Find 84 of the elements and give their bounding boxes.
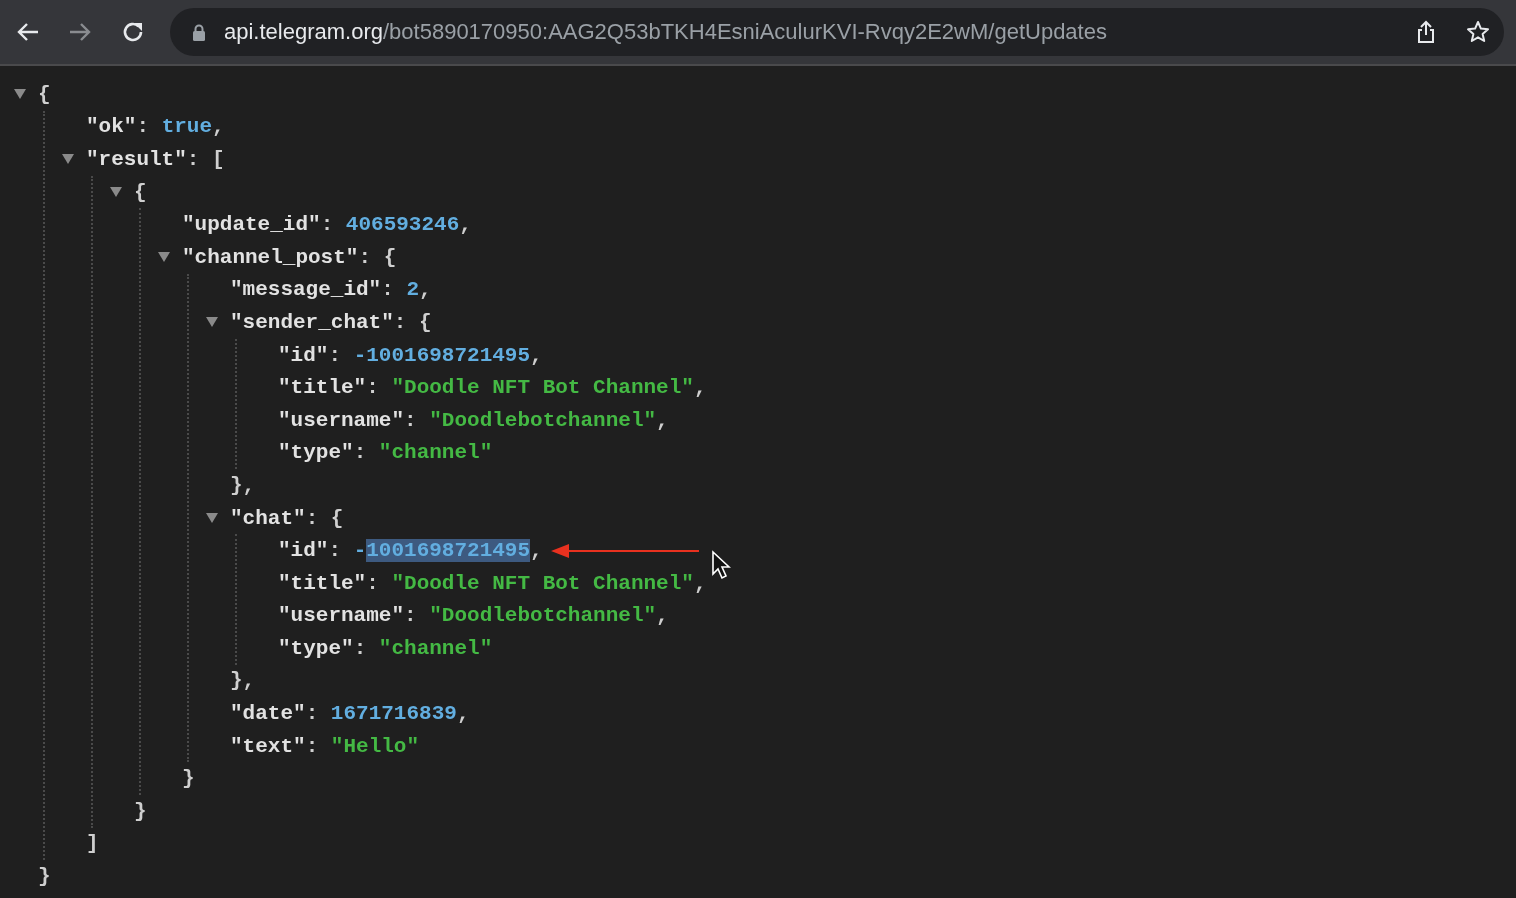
json-value: "Hello": [330, 734, 420, 758]
json-key: "result": [86, 148, 187, 171]
colon: :: [305, 506, 319, 530]
json-value: -: [353, 539, 367, 563]
json-key: "title": [278, 571, 367, 595]
json-value: -1001698721495: [353, 343, 531, 367]
comma: ,: [419, 278, 432, 302]
collapse-triangle-icon[interactable]: [62, 154, 74, 165]
colon: :: [328, 343, 342, 367]
json-key: "chat": [230, 506, 306, 530]
collapse-triangle-icon[interactable]: [110, 187, 122, 198]
colon: :: [393, 310, 407, 334]
json-key: "update_id": [182, 213, 321, 237]
colon: :: [366, 376, 379, 400]
colon: :: [404, 408, 417, 432]
colon: :: [136, 115, 150, 139]
json-key: "type": [278, 441, 354, 465]
json-value: "channel": [378, 636, 493, 660]
back-arrow-icon[interactable]: [16, 21, 40, 43]
star-icon[interactable]: [1466, 20, 1490, 44]
json-key: "date": [230, 702, 306, 726]
comma: ,: [656, 408, 669, 432]
open-bracket: [: [212, 148, 225, 171]
colon: :: [366, 571, 379, 595]
json-value: "Doodlebotchannel": [429, 604, 657, 628]
comma: ,: [212, 115, 225, 139]
collapse-triangle-icon[interactable]: [158, 252, 170, 263]
forward-arrow-icon[interactable]: [68, 21, 92, 43]
close-bracket: }: [134, 799, 147, 823]
close-bracket: }: [182, 767, 195, 791]
colon: :: [404, 604, 417, 628]
close-bracket: },: [230, 473, 256, 497]
comma: ,: [530, 343, 543, 367]
colon: :: [381, 278, 394, 302]
comma: ,: [656, 604, 669, 628]
comma: ,: [693, 376, 707, 400]
json-value: 1671716839: [330, 702, 457, 726]
json-key: "message_id": [230, 278, 382, 302]
comma: ,: [456, 702, 470, 726]
json-key: "ok": [86, 115, 137, 139]
collapse-triangle-icon[interactable]: [14, 89, 26, 100]
open-bracket: {: [38, 82, 51, 106]
open-bracket: {: [383, 245, 397, 269]
json-value: "channel": [378, 441, 493, 465]
colon: :: [305, 734, 319, 758]
json-key: "channel_post": [182, 245, 359, 269]
close-bracket: ]: [86, 832, 99, 856]
colon: :: [186, 148, 200, 171]
colon: :: [353, 441, 367, 465]
json-key: "sender_chat": [230, 310, 394, 334]
json-value: "Doodle NFT Bot Channel": [391, 376, 694, 400]
close-bracket: },: [230, 669, 256, 693]
json-value: 2: [406, 278, 420, 302]
colon: :: [320, 213, 334, 237]
mouse-cursor-icon: [710, 549, 731, 580]
colon: :: [358, 245, 372, 269]
open-bracket: {: [330, 506, 344, 530]
colon: :: [328, 539, 342, 563]
json-value: "Doodlebotchannel": [429, 408, 657, 432]
comma: ,: [530, 539, 543, 563]
colon: :: [305, 702, 319, 726]
comma: ,: [693, 571, 707, 595]
json-key: "username": [278, 408, 405, 432]
json-key: "text": [230, 734, 306, 758]
lock-icon: [192, 23, 206, 41]
open-bracket: {: [419, 310, 432, 334]
json-key: "title": [278, 376, 367, 400]
close-bracket: }: [38, 865, 51, 889]
json-value: true: [161, 115, 213, 139]
share-icon[interactable]: [1416, 20, 1436, 44]
json-key: "id": [278, 539, 329, 563]
json-key: "username": [278, 604, 405, 628]
json-value: 406593246: [345, 213, 460, 237]
open-bracket: {: [134, 180, 147, 204]
selected-text: 1001698721495: [366, 539, 531, 563]
comma: ,: [459, 213, 472, 237]
address-bar[interactable]: api.telegram.org/bot5890170950:AAG2Q53bTKH4EsniAculurKVI-Rvqy2E2wM/getUpdates: [170, 8, 1504, 56]
url-text: api.telegram.org/bot5890170950:AAG2Q53bTKH4EsniAculurKVI-Rvqy2E2wM/getUpdates: [224, 19, 1107, 45]
json-key: "id": [278, 343, 329, 367]
colon: :: [353, 636, 367, 660]
collapse-triangle-icon[interactable]: [206, 513, 218, 523]
json-key: "type": [278, 636, 354, 660]
json-value: "Doodle NFT Bot Channel": [391, 571, 694, 595]
collapse-triangle-icon[interactable]: [206, 317, 218, 328]
